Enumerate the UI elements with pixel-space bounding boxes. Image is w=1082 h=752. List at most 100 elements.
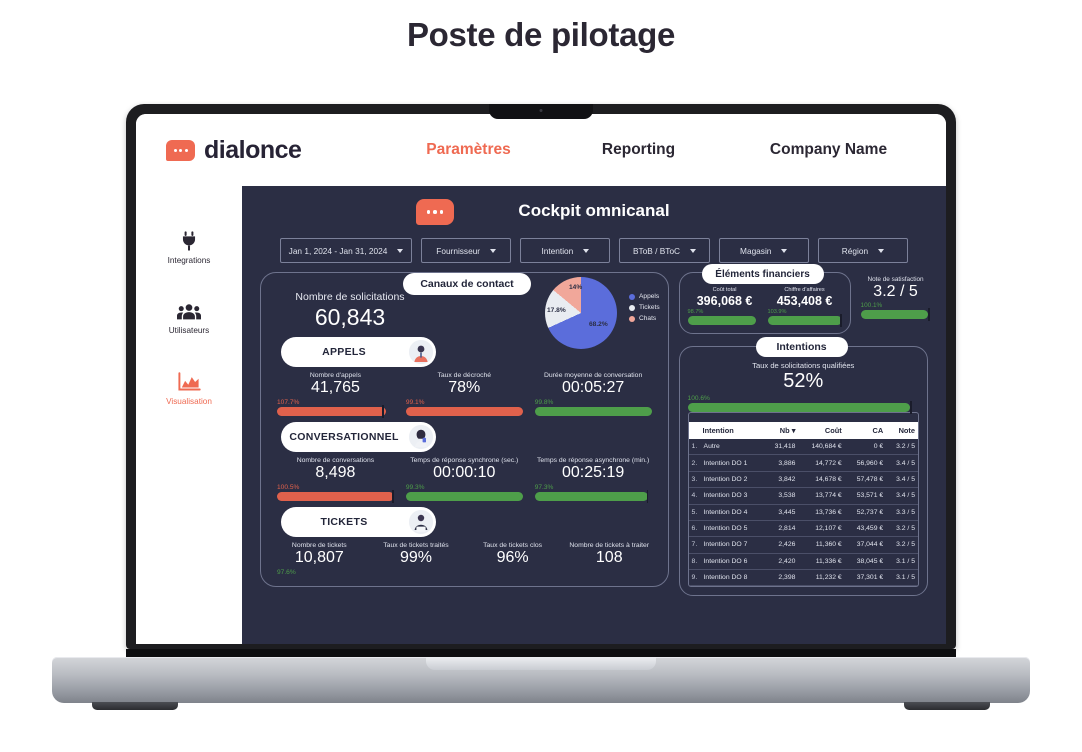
plug-icon [178,230,200,252]
dashboard-header: Cockpit omnicanal [254,196,934,232]
laptop-mockup: dialonce Paramètres Reporting Company Na… [0,0,1082,752]
progress-target-marker [910,401,912,414]
metric-nombre-appels: Nombre d'appels 41,765 107.7% [271,372,400,418]
solicitations-label: Nombre de solicitations [295,291,405,303]
metric-value: 99% [399,549,432,566]
metric-progress-bar [277,405,386,418]
metric-value: 41,765 [310,379,360,396]
legend-item-chats: Chats [629,315,660,322]
metric-progress-bar [405,407,523,416]
satisfaction-metric: Note de satisfaction 3.2 / 5 100.1% [860,276,931,321]
row-index: 5. [688,504,701,521]
filter-region[interactable]: Région [817,238,909,263]
sidebar-item-visualisation[interactable]: Visualisation [166,372,212,406]
chat-agent-avatar [409,425,433,449]
metric-progress-bar [405,492,523,501]
row-intention: Intention DO 1 [700,454,765,472]
metric-label: Taux de tickets traités [383,542,449,549]
metric-label: Nombre d'appels [309,372,361,379]
appels-metrics: Nombre d'appels 41,765 107.7% Taux de dé… [271,372,658,418]
metric-pct: 98.7% [687,309,704,315]
column-header-intention[interactable]: Intention [688,422,765,439]
users-icon [177,302,201,322]
metric-progress-bar [767,314,842,327]
filter-magasin[interactable]: Magasin [718,238,809,263]
table-header-row: Intention Nb ▾ Coût CA Note [688,422,918,439]
chevron-down-icon [781,248,788,253]
laptop-screen-base [126,649,956,657]
metric-pct: 99.1% [405,399,425,406]
metric-cout-total: Coût total 396,068 € 98.7% [687,287,762,325]
table-row[interactable]: 7. Intention DO 7 2,426 11,360 €37,044 €3.2… [688,536,918,554]
row-cout: 11,336 € [798,553,845,571]
channels-pie-chart: 68.2% 17.8% 14% Appels Tickets Chats [545,277,675,353]
metric-label: Temps de réponse synchrone (sec.) [410,457,519,464]
column-header-ca[interactable]: CA [844,422,887,439]
area-chart-icon [177,372,201,393]
column-header-note[interactable]: Note [886,422,918,439]
sidebar-item-integrations[interactable]: Integrations [168,230,210,265]
column-header-cout[interactable]: Coût [798,422,845,439]
channels-summary-row: Nombre de solicitations 60,843 Canaux de… [271,273,660,349]
metric-pct: 107.7% [277,399,300,406]
filter-btob-btoc[interactable]: BToB / BToC [619,238,710,263]
table-row[interactable]: 2. Intention DO 1 3,886 14,772 €56,960 €3.4… [688,454,918,472]
table-row[interactable]: 6. Intention DO 5 2,814 12,107 €43,459 €3.2… [688,520,918,538]
row-cout: 12,107 € [798,520,845,538]
row-index: 1. [688,439,701,456]
conversationnel-metrics: Nombre de conversations 8,498 100.5% Tem… [271,457,658,503]
page-root: Poste de pilotage dialonce Paramètres Re… [0,0,1082,752]
nav-item-company-name[interactable]: Company Name [721,141,936,159]
filter-intention[interactable]: Intention [520,238,611,263]
metric-value: 10,807 [294,549,344,566]
nav-item-reporting[interactable]: Reporting [556,141,721,159]
row-note: 3.4 / 5 [886,487,918,505]
filter-date-range[interactable]: Jan 1, 2024 - Jan 31, 2024 [280,238,413,263]
filter-fournisseur[interactable]: Fournisseur [421,238,512,263]
row-cout: 11,232 € [798,569,845,587]
row-index: 8. [688,553,701,571]
row-cout: 13,774 € [798,487,845,505]
metric-value: 96% [496,549,529,566]
dashboard-columns: Nombre de solicitations 60,843 Canaux de… [254,264,934,597]
laptop-notch [489,104,593,119]
app-topbar: dialonce Paramètres Reporting Company Na… [136,114,946,186]
row-index: 2. [688,454,701,472]
row-cout: 14,678 € [798,471,845,489]
main-nav: Paramètres Reporting Company Name [381,141,946,159]
metric-label: Taux de tickets clos [483,542,543,549]
financial-card: Éléments financiers Coût total 396,068 €… [678,264,851,334]
filter-label: Magasin [740,245,772,256]
row-nb: 3,842 [764,471,799,489]
table-row[interactable]: 5. Intention DO 4 3,445 13,736 €52,737 €3.3… [688,504,918,521]
row-nb: 31,418 [764,439,799,456]
legend-label: Chats [639,315,657,322]
sidebar-item-utilisateurs[interactable]: Utilisateurs [169,302,209,335]
progress-target-marker [928,308,930,321]
row-note: 3.4 / 5 [886,454,918,472]
row-cout: 14,772 € [798,454,845,472]
metric-value: 00:05:27 [561,379,625,396]
column-header-nb[interactable]: Nb ▾ [764,422,799,439]
table-row[interactable]: 4. Intention DO 3 3,538 13,774 €53,571 €3.4… [688,487,918,505]
chevron-down-icon [583,248,590,253]
metric-taux-tickets-traites: Taux de tickets traités 99% [368,542,465,576]
pie-label-chats: 14% [569,284,583,291]
row-ca: 43,459 € [844,520,887,538]
brand-logo[interactable]: dialonce [166,136,381,165]
canaux-de-contact-pill: Canaux de contact [403,273,531,295]
row-note: 3.1 / 5 [886,569,918,587]
table-row[interactable]: 8. Intention DO 6 2,420 11,336 €38,045 €3.1… [688,553,918,571]
nav-item-parametres[interactable]: Paramètres [381,141,556,159]
metric-pct: 103.9% [767,309,787,315]
table-row[interactable]: 1. Autre 31,418 140,684 €0 €3.2 / 5 [688,439,918,456]
metric-value: 396,068 € [696,294,753,308]
filter-label: Intention [541,245,574,256]
table-row[interactable]: 3. Intention DO 2 3,842 14,678 €57,478 €3.4… [688,471,918,489]
row-note: 3.2 / 5 [886,439,918,456]
webcam-icon [539,109,543,112]
table-row[interactable]: 9. Intention DO 8 2,398 11,232 €37,301 €3.1… [688,569,918,587]
row-intention: Intention DO 4 [700,504,765,521]
metric-value: 78% [448,379,481,396]
row-note: 3.3 / 5 [886,504,918,521]
